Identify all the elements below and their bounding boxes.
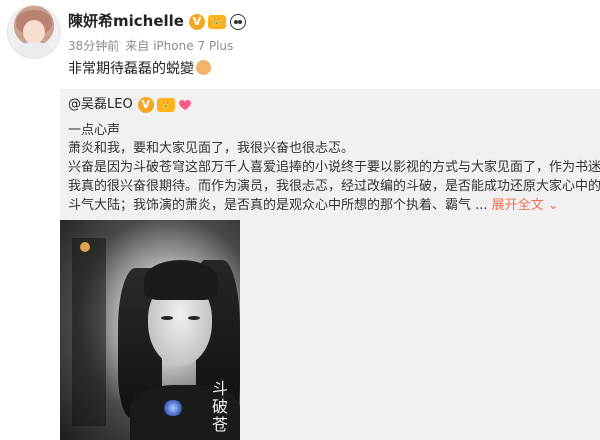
poster-fringe — [144, 260, 218, 300]
repost-line-2: 萧炎和我，要和大家见面了，我很兴奋也很忐忑。 — [68, 141, 355, 156]
avatar-face — [23, 20, 45, 44]
repost-line-5: 斗气大陆；我饰演的萧炎，是否真的是观众心中所想的那个执着、霸气 ... 展开全文… — [68, 194, 559, 213]
poster-side-strip — [72, 238, 106, 426]
post-time[interactable]: 38分钟前 — [68, 39, 119, 53]
crown-icon: 👑 — [207, 14, 226, 29]
emoji-icon — [196, 60, 211, 75]
poster-image[interactable]: 斗破苍 — [60, 220, 240, 440]
post-source: 来自 iPhone 7 Plus — [125, 39, 234, 53]
poster-logo — [80, 242, 90, 252]
repost-line-1: 一点心声 — [68, 123, 121, 138]
expand-full-text-link[interactable]: 展开全文 ⌄ — [492, 198, 559, 213]
post-author-name[interactable]: 陳妍希michelle — [68, 12, 184, 30]
poster-calligraphy: 斗破苍 — [212, 379, 229, 434]
verified-icon: V — [188, 13, 205, 30]
post-meta: 38分钟前 来自 iPhone 7 Plus — [68, 37, 239, 54]
repost-line-5-text: 斗气大陆；我饰演的萧炎，是否真的是观众心中所想的那个执着、霸气 ... — [68, 198, 488, 213]
repost-author-name[interactable]: @吴磊LEO — [68, 97, 133, 112]
verified-icon: V — [137, 96, 154, 113]
heart-icon — [178, 99, 191, 110]
panda-icon — [229, 13, 246, 30]
post-text: 非常期待磊磊的蜕變 — [68, 58, 211, 78]
poster-eye-right — [188, 316, 200, 320]
avatar-body — [14, 42, 54, 58]
repost-card[interactable]: @吴磊LEO V 👑 一点心声 萧炎和我，要和大家见面了，我很兴奋也很忐忑。 兴奋是… — [60, 89, 600, 440]
poster-flame — [162, 400, 184, 416]
crown-icon: 👑 — [156, 97, 175, 112]
repost-line-4: 我真的很兴奋很期待。而作为演员，我很忐忑，经过改编的斗破，是否能成功还原大家心中… — [68, 179, 600, 194]
post-author[interactable]: 陳妍希michelle V 👑 — [68, 10, 246, 31]
avatar[interactable] — [8, 6, 60, 58]
poster-eye-left — [161, 316, 173, 320]
repost-author[interactable]: @吴磊LEO V 👑 — [68, 93, 192, 113]
post-text-content: 非常期待磊磊的蜕變 — [68, 61, 194, 77]
repost-line-3: 兴奋是因为斗破苍穹这部万千人喜爱追捧的小说终于要以影视的方式与大家见面了，作为书… — [68, 160, 600, 175]
